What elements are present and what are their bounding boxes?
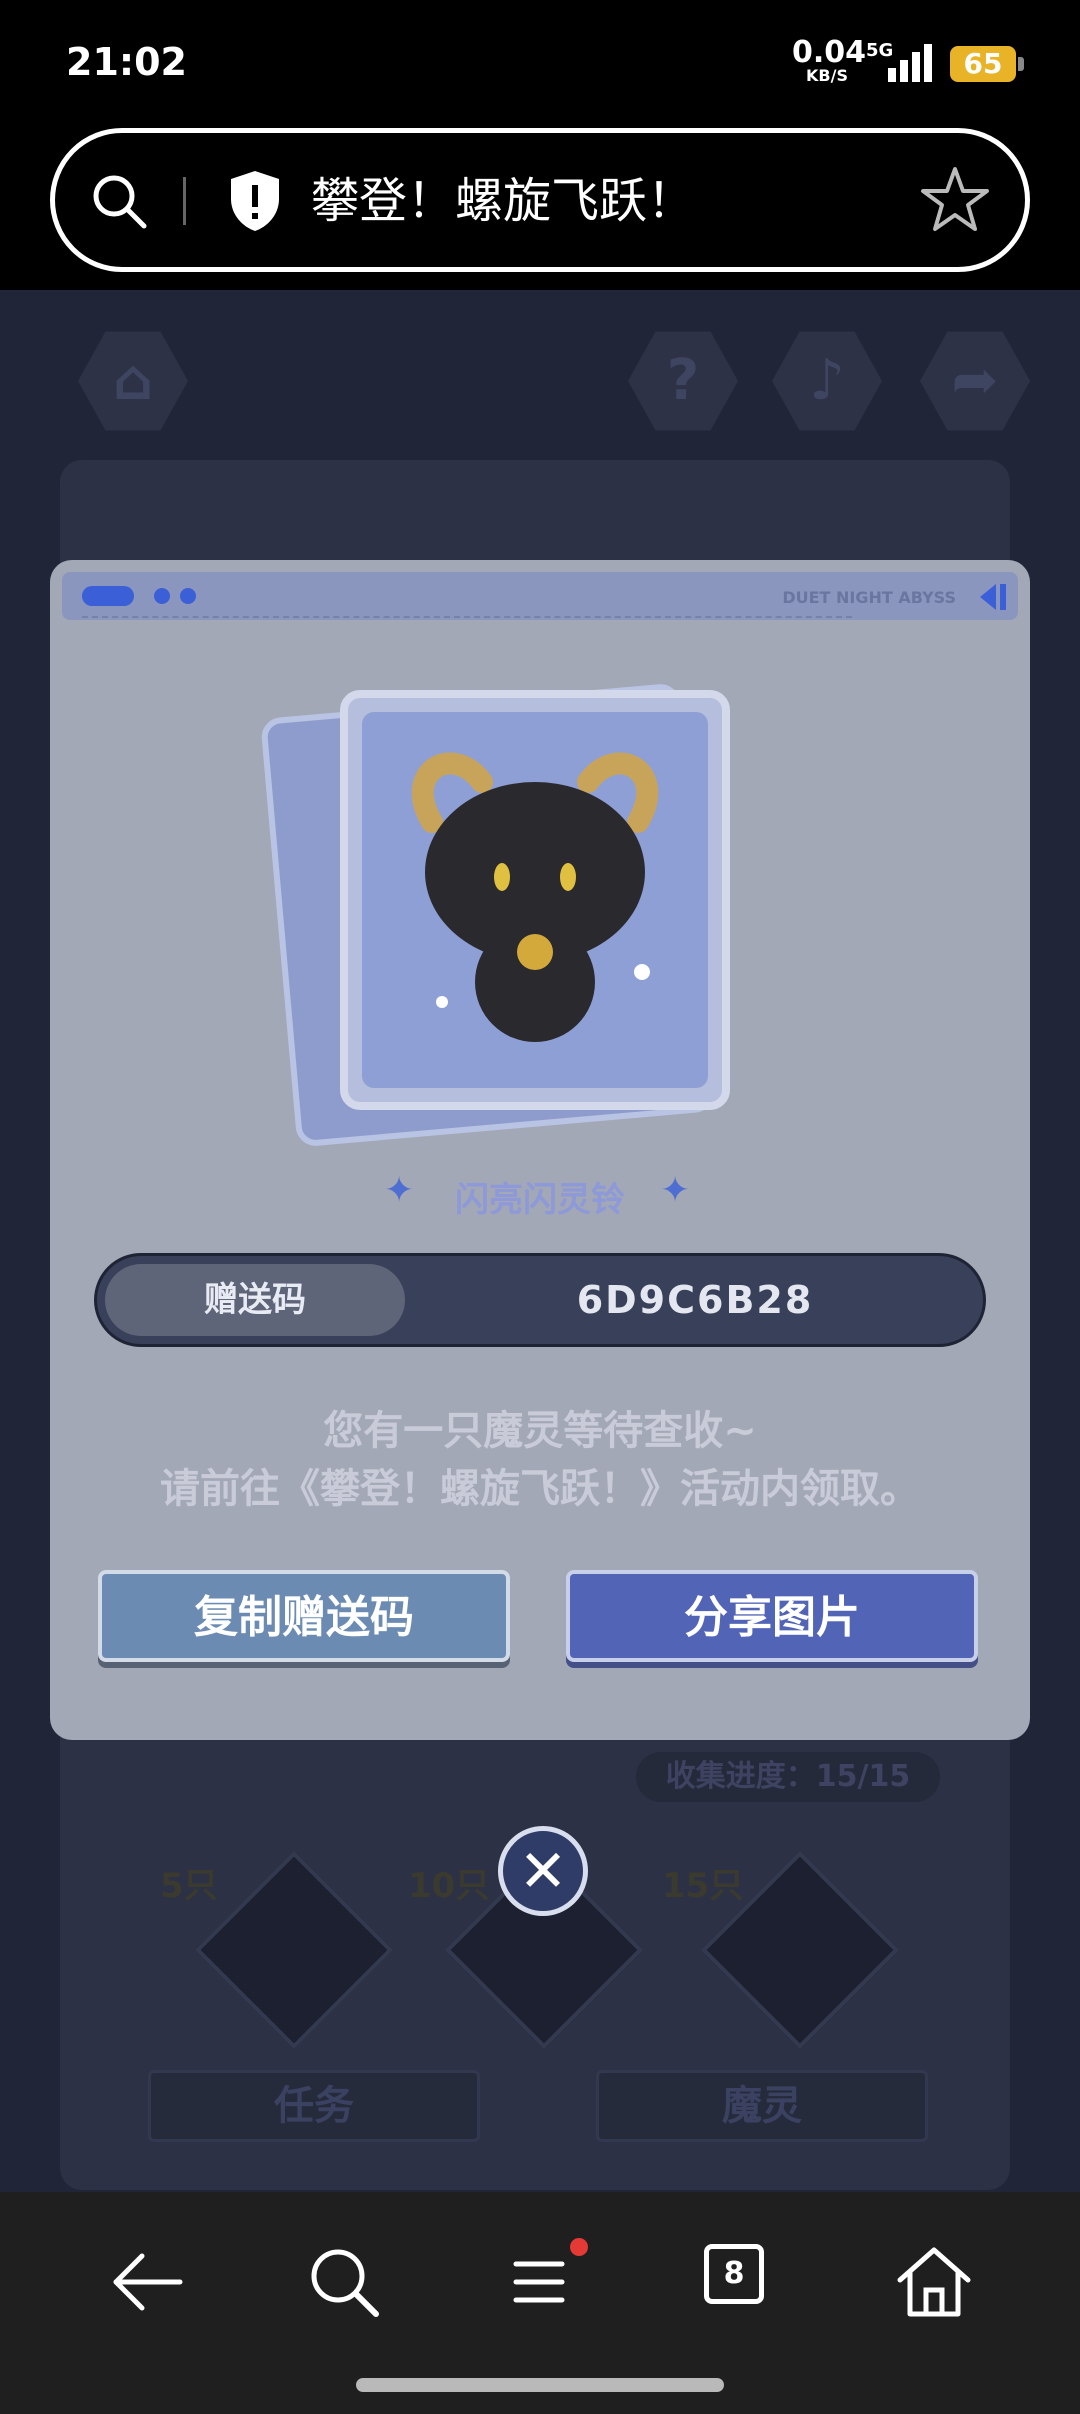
tab-task[interactable]: 任务 — [148, 2070, 480, 2142]
arrow-left-icon — [980, 584, 1006, 610]
network-speed-value: 0.04 — [792, 35, 867, 70]
share-icon[interactable]: ➦ — [920, 331, 1030, 431]
header-dot — [154, 588, 170, 604]
home-indicator[interactable] — [356, 2378, 724, 2392]
browser-toolbar: 攀登！螺旋飞跃！ — [0, 120, 1080, 290]
header-decoration — [82, 586, 134, 606]
gift-code-value[interactable]: 6D9C6B28 — [415, 1256, 975, 1344]
message-line: 您有一只魔灵等待查收~ — [323, 1408, 757, 1454]
header-dashline — [82, 616, 852, 618]
address-bar[interactable]: 攀登！螺旋飞跃！ — [50, 128, 1030, 272]
spirit-card — [340, 690, 730, 1110]
music-icon[interactable]: ♪ — [772, 331, 882, 431]
network-speed: 0.04 KB/S — [792, 35, 867, 85]
close-icon[interactable]: ✕ — [503, 1831, 583, 1911]
dialog-header: DUET NIGHT ABYSS — [62, 572, 1018, 620]
status-bar: 21:02 0.04 KB/S 5G 65 — [0, 0, 1080, 120]
tabs-button[interactable]: 8 — [704, 2244, 764, 2304]
help-icon[interactable]: ? — [628, 331, 738, 431]
copy-code-button[interactable]: 复制赠送码 — [98, 1570, 510, 1662]
collection-progress: 收集进度：15/15 — [636, 1752, 940, 1802]
menu-icon[interactable] — [500, 2242, 580, 2322]
home-icon[interactable]: ⌂ — [78, 331, 188, 431]
network-speed-unit: KB/S — [806, 66, 848, 85]
status-time: 21:02 — [66, 40, 187, 84]
signal-icon — [888, 44, 932, 82]
star-icon[interactable] — [919, 163, 991, 235]
gift-code-field: 赠送码 6D9C6B28 — [94, 1253, 986, 1347]
spirit-illustration — [411, 752, 659, 1042]
tab-spirit[interactable]: 魔灵 — [596, 2070, 928, 2142]
card-artwork — [362, 712, 708, 1088]
close-button[interactable]: ✕ — [498, 1826, 588, 1916]
page-title[interactable]: 攀登！螺旋飞跃！ — [311, 173, 695, 229]
battery-icon: 65 — [950, 46, 1024, 82]
search-icon[interactable] — [304, 2242, 384, 2322]
shield-icon[interactable] — [227, 169, 283, 233]
item-name: 闪亮闪灵铃 — [455, 1180, 625, 1220]
milestone-label: 15只 — [662, 1866, 744, 1906]
gift-dialog: DUET NIGHT ABYSS ✦ 闪亮闪灵铃 ✦ 赠送码 6D9C6B28 — [50, 560, 1030, 1740]
gift-code-label: 赠送码 — [105, 1264, 405, 1336]
home-icon[interactable] — [894, 2242, 974, 2322]
header-dot — [180, 588, 196, 604]
header-brand-text: DUET NIGHT ABYSS — [782, 588, 956, 607]
milestone-label: 10只 — [408, 1866, 490, 1906]
back-icon[interactable] — [108, 2242, 188, 2322]
notification-badge — [570, 2238, 588, 2256]
message-line: 请前往《攀登！螺旋飞跃！》活动内领取。 — [160, 1466, 920, 1512]
search-icon[interactable] — [89, 171, 149, 231]
divider — [183, 177, 186, 225]
share-image-button[interactable]: 分享图片 — [566, 1570, 978, 1662]
sparkle-icon: ✦ — [660, 1170, 691, 1211]
milestone-label: 5只 — [160, 1866, 218, 1906]
